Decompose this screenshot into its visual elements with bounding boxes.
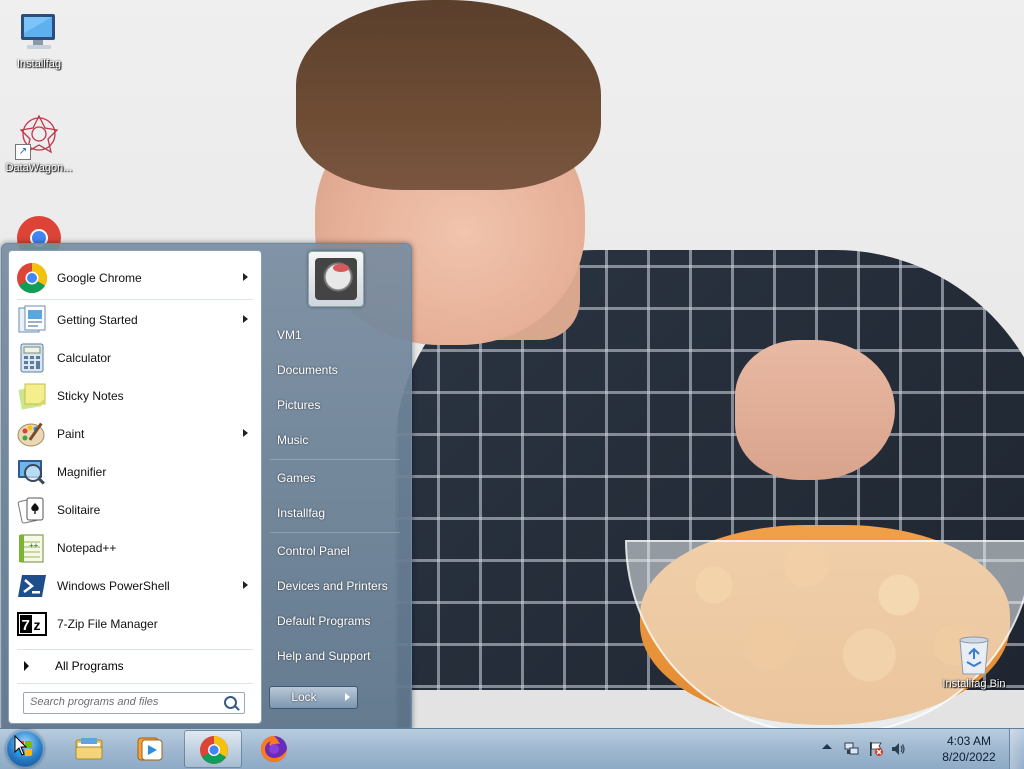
svg-text:++: ++ bbox=[29, 541, 39, 550]
clock-time: 4:03 AM bbox=[946, 734, 992, 748]
powershell-icon bbox=[16, 570, 48, 602]
firefox-icon bbox=[259, 734, 289, 764]
separator bbox=[17, 299, 253, 300]
system-tray: 4:03 AM 8/20/2022 bbox=[816, 729, 1006, 769]
chrome-icon bbox=[199, 735, 229, 765]
start-menu: Google Chrome Getting Started Calculator… bbox=[1, 243, 412, 730]
start-item-label: 7-Zip File Manager bbox=[57, 617, 158, 631]
start-item-calculator[interactable]: Calculator bbox=[12, 340, 258, 376]
start-link-pictures[interactable]: Pictures bbox=[267, 390, 403, 420]
notepadpp-icon: ++ bbox=[16, 532, 48, 564]
all-programs-button[interactable]: All Programs bbox=[12, 653, 258, 679]
all-programs-label: All Programs bbox=[55, 659, 124, 673]
submenu-arrow-icon[interactable] bbox=[243, 581, 248, 589]
start-menu-programs-pane: Google Chrome Getting Started Calculator… bbox=[8, 250, 262, 724]
start-item-7zip[interactable]: 7 z 7-Zip File Manager bbox=[12, 606, 258, 642]
start-link-help-support[interactable]: Help and Support bbox=[267, 641, 403, 671]
magnifier-icon bbox=[16, 456, 48, 488]
start-item-label: Sticky Notes bbox=[57, 389, 124, 403]
start-item-label: Google Chrome bbox=[57, 271, 142, 285]
clock-date: 8/20/2022 bbox=[942, 750, 996, 764]
shutdown-options-button[interactable] bbox=[337, 686, 358, 709]
start-item-label: Calculator bbox=[57, 351, 112, 365]
start-item-notepadpp[interactable]: ++ Notepad++ bbox=[12, 530, 258, 566]
start-link-documents[interactable]: Documents bbox=[267, 355, 403, 385]
start-link-music[interactable]: Music bbox=[267, 425, 403, 455]
separator bbox=[270, 459, 400, 460]
start-item-label: Getting Started bbox=[57, 313, 138, 327]
folder-icon bbox=[74, 734, 104, 764]
submenu-arrow-icon[interactable] bbox=[243, 273, 248, 281]
taskbar-firefox[interactable] bbox=[245, 730, 303, 768]
desktop-icon-installfag[interactable]: Installfag bbox=[1, 8, 77, 71]
separator bbox=[17, 683, 253, 684]
computer-icon bbox=[15, 8, 63, 56]
taskbar-chrome[interactable] bbox=[184, 730, 242, 768]
media-player-icon bbox=[135, 734, 165, 764]
start-link-devices-printers[interactable]: Devices and Printers bbox=[267, 571, 403, 601]
network-icon[interactable] bbox=[844, 741, 860, 757]
start-item-paint[interactable]: Paint bbox=[12, 416, 258, 452]
start-item-label: Magnifier bbox=[57, 465, 107, 479]
search-icon[interactable] bbox=[224, 696, 237, 709]
turntable-icon bbox=[315, 258, 357, 300]
solitaire-icon bbox=[16, 494, 48, 526]
taskbar: 4:03 AM 8/20/2022 bbox=[0, 728, 1024, 769]
svg-text:7: 7 bbox=[22, 617, 30, 634]
start-item-label: Solitaire bbox=[57, 503, 101, 517]
show-hidden-icons-icon[interactable] bbox=[822, 744, 832, 749]
action-center-flag-icon[interactable] bbox=[868, 741, 884, 757]
search-input[interactable] bbox=[24, 693, 226, 711]
submenu-arrow-icon[interactable] bbox=[243, 429, 248, 437]
separator bbox=[270, 532, 400, 533]
separator bbox=[17, 649, 253, 650]
getting-started-icon bbox=[16, 304, 48, 336]
paint-icon bbox=[16, 418, 48, 450]
right-arrow-icon bbox=[24, 661, 29, 671]
start-link-games[interactable]: Games bbox=[267, 463, 403, 493]
sticky-notes-icon bbox=[16, 380, 48, 412]
start-item-getting-started[interactable]: Getting Started bbox=[12, 302, 258, 338]
datawagon-icon: ↗ bbox=[15, 112, 63, 160]
wallpaper-hand bbox=[735, 340, 895, 480]
show-desktop-button[interactable] bbox=[1009, 729, 1024, 769]
recycle-bin-icon bbox=[956, 632, 992, 676]
start-item-powershell[interactable]: Windows PowerShell bbox=[12, 568, 258, 604]
start-item-google-chrome[interactable]: Google Chrome bbox=[12, 260, 258, 296]
wallpaper-hair bbox=[296, 0, 601, 190]
start-link-control-panel[interactable]: Control Panel bbox=[267, 536, 403, 566]
shortcut-arrow-icon: ↗ bbox=[15, 144, 31, 160]
start-item-label: Paint bbox=[57, 427, 85, 441]
start-item-solitaire[interactable]: Solitaire bbox=[12, 492, 258, 528]
svg-text:z: z bbox=[34, 617, 41, 633]
lock-button[interactable]: Lock bbox=[269, 686, 339, 709]
mouse-cursor-icon bbox=[14, 735, 28, 756]
desktop-icon-label: Installfag bbox=[16, 58, 62, 70]
start-item-label: Windows PowerShell bbox=[57, 579, 170, 593]
taskbar-clock[interactable]: 4:03 AM 8/20/2022 bbox=[934, 733, 1004, 765]
submenu-arrow-icon[interactable] bbox=[243, 315, 248, 323]
start-item-label: Notepad++ bbox=[57, 541, 117, 555]
7zip-icon: 7 z bbox=[16, 608, 48, 640]
desktop-icon-label: DataWagon... bbox=[5, 162, 73, 174]
start-link-vm1[interactable]: VM1 bbox=[267, 320, 403, 350]
start-link-default-programs[interactable]: Default Programs bbox=[267, 606, 403, 636]
taskbar-media-player[interactable] bbox=[121, 730, 179, 768]
start-item-sticky-notes[interactable]: Sticky Notes bbox=[12, 378, 258, 414]
desktop-icon-datawagon[interactable]: ↗ DataWagon... bbox=[1, 112, 77, 175]
start-link-installfag[interactable]: Installfag bbox=[267, 498, 403, 528]
user-account-picture[interactable] bbox=[308, 251, 364, 307]
calculator-icon bbox=[16, 342, 48, 374]
desktop-icon-recycle-bin[interactable]: Installfag Bin bbox=[936, 632, 1012, 691]
search-box bbox=[23, 692, 245, 714]
volume-icon[interactable] bbox=[890, 741, 906, 757]
chrome-icon bbox=[16, 262, 48, 294]
taskbar-explorer[interactable] bbox=[60, 730, 118, 768]
start-item-magnifier[interactable]: Magnifier bbox=[12, 454, 258, 490]
desktop-icon-label: Installfag Bin bbox=[942, 678, 1006, 690]
